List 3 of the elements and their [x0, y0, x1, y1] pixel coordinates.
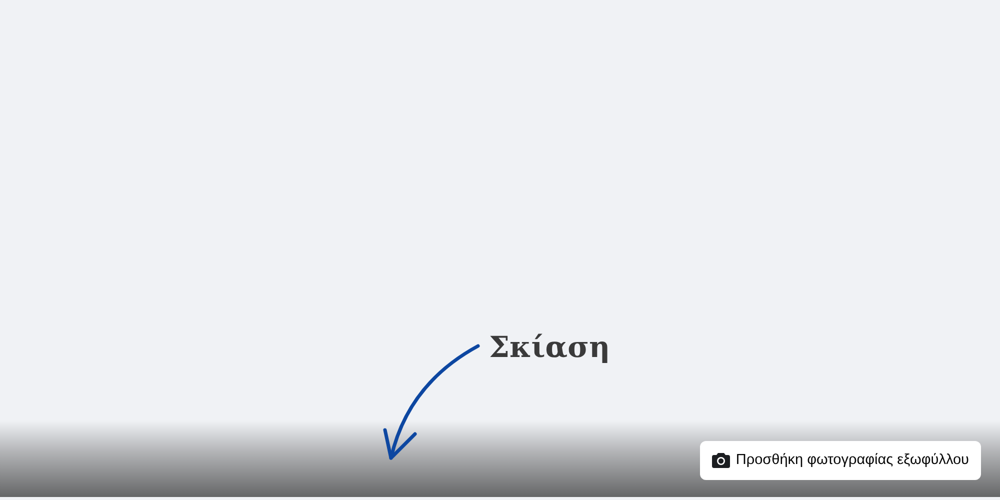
add-cover-photo-button[interactable]: Προσθήκη φωτογραφίας εξωφύλλου	[700, 440, 981, 480]
annotation-label: Σκίαση	[489, 330, 610, 364]
camera-icon	[712, 452, 730, 468]
